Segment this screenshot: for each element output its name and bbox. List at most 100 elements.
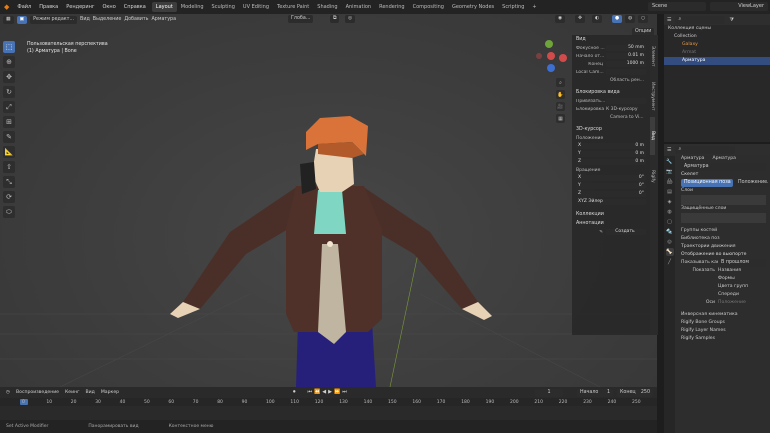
gizmo-icon[interactable]: ✥ — [575, 15, 586, 23]
pose-library-section[interactable]: Библиотека поз — [677, 235, 770, 243]
menu-add[interactable]: Добавить — [124, 17, 148, 22]
layers-grid[interactable] — [681, 195, 766, 205]
collections-section[interactable]: Коллекции — [572, 210, 650, 219]
bone-size-icon[interactable]: ⤡ — [3, 176, 15, 188]
outliner-search[interactable]: ⌕ — [675, 15, 726, 24]
outliner-collection[interactable]: Collection — [664, 33, 770, 41]
cursor-loc-y[interactable]: Y0 m — [572, 150, 650, 158]
cursor-rot-z[interactable]: Z 0° — [572, 190, 650, 198]
rigify-bone-groups-section[interactable]: Rigify Bone Groups — [677, 319, 770, 327]
ik-section[interactable]: Инверсная кинематика — [677, 311, 770, 319]
tab-compositing[interactable]: Compositing — [409, 2, 448, 12]
properties-search[interactable]: ⌕ — [675, 145, 736, 154]
scene-icon[interactable]: ◈ — [666, 198, 674, 206]
pose-position-button[interactable]: Позиционная поза — [681, 179, 733, 187]
tab-rigify[interactable]: Rigify — [650, 157, 655, 195]
tab-tool[interactable]: Инструмент — [650, 77, 655, 115]
render-icon[interactable]: 📷 — [666, 168, 674, 176]
lock-object-field[interactable] — [606, 98, 646, 104]
tab-layout[interactable]: Layout — [151, 2, 177, 12]
tab-shading[interactable]: Shading — [313, 2, 341, 12]
render-region-checkbox[interactable]: Область рен... — [572, 76, 650, 84]
object-icon[interactable]: ▢ — [666, 218, 674, 226]
view-layer-icon[interactable]: ▤ — [666, 188, 674, 196]
bone-icon[interactable]: ╱ — [666, 258, 674, 266]
tab-view[interactable]: Вид — [650, 117, 655, 155]
shading-solid-icon[interactable]: ● — [612, 15, 623, 23]
editor-type-icon[interactable]: ▦ — [3, 15, 14, 24]
local-camera-field[interactable] — [606, 69, 646, 75]
world-icon[interactable]: ◍ — [666, 208, 674, 216]
menu-render[interactable]: Рендеринг — [62, 4, 98, 10]
tab-rendering[interactable]: Rendering — [375, 2, 409, 12]
proportional-icon[interactable]: ◎ — [345, 15, 356, 23]
rotation-mode-dropdown[interactable]: XYZ Эйлер — [572, 198, 650, 206]
tab-texture-paint[interactable]: Texture Paint — [273, 2, 313, 12]
menu-marker[interactable]: Маркер — [101, 390, 119, 395]
menu-timeline-view[interactable]: Вид — [86, 390, 95, 395]
rest-position-button[interactable]: Положение... — [735, 179, 769, 187]
clip-start-field[interactable]: 0.01 m — [606, 53, 646, 59]
camera-to-view-checkbox[interactable]: Camera to Vi... — [572, 113, 650, 121]
extrude-icon[interactable]: ⇧ — [3, 161, 15, 173]
cursor-rot-y[interactable]: Y 0° — [572, 182, 650, 190]
roll-icon[interactable]: ⟳ — [3, 191, 15, 203]
menu-keying[interactable]: Кеинг — [65, 390, 80, 395]
scene-selector[interactable]: Scene — [648, 2, 706, 11]
start-frame-field[interactable]: Начало 1 — [577, 389, 613, 397]
cursor-loc-z[interactable]: Z0 m — [572, 158, 650, 166]
properties-editor-icon[interactable]: ☰ — [667, 147, 671, 153]
snap-icon[interactable]: ⧉ — [330, 15, 340, 23]
tab-geometry-nodes[interactable]: Geometry Nodes — [448, 2, 498, 12]
physics-icon[interactable]: ◎ — [666, 238, 674, 246]
cursor-loc-x[interactable]: X0 m — [572, 142, 650, 150]
camera-icon[interactable]: 🎥 — [556, 102, 565, 111]
display-as-dropdown[interactable]: В прошлом — [718, 259, 766, 267]
bone-groups-section[interactable]: Группы костей — [677, 227, 770, 235]
annotations-section[interactable]: Аннотации — [572, 219, 650, 228]
protected-layers-grid[interactable] — [681, 213, 766, 223]
rigify-layer-names-section[interactable]: Rigify Layer Names — [677, 327, 770, 335]
outliner-item-armature[interactable]: Арматура — [664, 57, 770, 65]
tool-settings-icon[interactable]: 🔧 — [666, 158, 674, 166]
show-shapes-checkbox[interactable]: Формы — [677, 275, 770, 283]
clock-icon[interactable]: ◷ — [6, 390, 10, 395]
pencil-icon[interactable]: ✎ — [576, 230, 606, 235]
view-lock-section[interactable]: Блокировка вида — [572, 88, 650, 97]
transform-orientation-dropdown[interactable]: Глоба... — [288, 15, 314, 23]
motion-paths-section[interactable]: Траектории движения — [677, 243, 770, 251]
outliner-item-galaxy[interactable]: Galaxy — [664, 41, 770, 49]
tab-animation[interactable]: Animation — [342, 2, 376, 12]
tab-sculpting[interactable]: Sculpting — [208, 2, 239, 12]
menu-view[interactable]: Вид — [80, 17, 90, 22]
lock-cursor-row[interactable]: Блокировка К 3D-курсору — [572, 105, 650, 113]
menu-select[interactable]: Выделение — [93, 17, 122, 22]
envelope-icon[interactable]: ⬭ — [3, 206, 15, 218]
show-names-checkbox[interactable]: Показать Названия — [677, 267, 770, 275]
cursor-rot-x[interactable]: X 0° — [572, 174, 650, 182]
rigify-samples-section[interactable]: Rigify Samples — [677, 335, 770, 343]
visibility-icon[interactable]: ◉ — [555, 15, 566, 23]
view-section[interactable]: Вид — [572, 35, 650, 44]
armature-data-icon[interactable]: 🦴 — [665, 248, 674, 256]
output-icon[interactable]: 🖨 — [666, 178, 674, 186]
move-icon[interactable]: ✥ — [3, 71, 15, 83]
tab-uv-editing[interactable]: UV Editing — [239, 2, 273, 12]
end-frame-field[interactable]: Конец 250 — [617, 389, 653, 397]
outliner-editor-icon[interactable]: ☰ — [667, 17, 671, 23]
3d-cursor-section[interactable]: 3D-курсор — [572, 125, 650, 134]
tab-modeling[interactable]: Modeling — [177, 2, 208, 12]
overlay-icon[interactable]: ◐ — [592, 15, 603, 23]
menu-playback[interactable]: Воспроизведение — [16, 390, 59, 395]
record-icon[interactable]: ⏺ — [293, 389, 296, 395]
menu-window[interactable]: Окно — [98, 4, 119, 10]
viewport-display-section[interactable]: Отображение во вьюпорте — [677, 251, 770, 259]
character-model[interactable] — [170, 116, 492, 387]
grid-icon[interactable]: ▦ — [556, 114, 565, 123]
in-front-checkbox[interactable]: Спереди — [677, 291, 770, 299]
transform-icon[interactable]: ⊞ — [3, 116, 15, 128]
play-reverse-icon[interactable]: ◀ — [322, 389, 326, 395]
measure-icon[interactable]: 📐 — [3, 146, 15, 158]
menu-armature[interactable]: Арматура — [152, 17, 177, 22]
cursor-icon[interactable]: ⊕ — [3, 56, 15, 68]
